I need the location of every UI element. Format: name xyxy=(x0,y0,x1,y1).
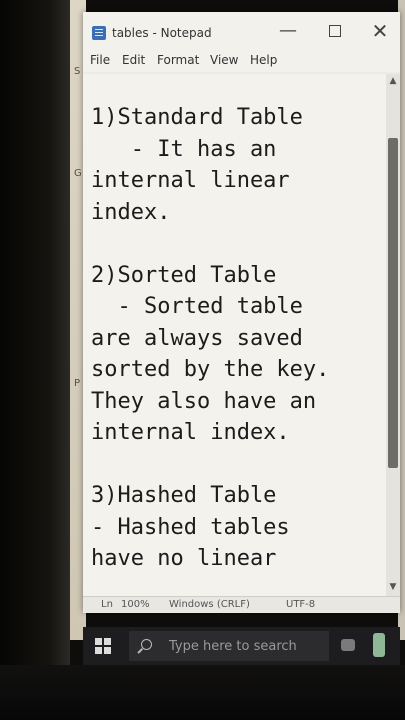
maximize-button[interactable] xyxy=(318,18,352,44)
search-placeholder[interactable]: Type here to search xyxy=(169,639,297,654)
scroll-up-icon[interactable]: ▲ xyxy=(386,74,400,88)
taskbar: Type here to search xyxy=(83,627,400,665)
desktop-letter-p: P xyxy=(74,378,81,389)
status-encoding: UTF-8 xyxy=(286,599,316,610)
photo-bezel-left xyxy=(0,0,70,720)
menu-view[interactable]: View xyxy=(210,53,238,67)
window-title: tables - Notepad xyxy=(112,26,212,40)
taskbar-search-box[interactable]: Type here to search xyxy=(129,631,329,661)
desktop-letter-g: G xyxy=(74,168,82,179)
status-zoom: 100% xyxy=(121,599,150,610)
scroll-thumb[interactable] xyxy=(388,138,398,468)
notepad-icon xyxy=(92,26,106,40)
menu-format[interactable]: Format xyxy=(157,53,199,67)
menu-edit[interactable]: Edit xyxy=(122,53,145,67)
menu-bar: File Edit Format View Help xyxy=(83,48,400,72)
maximize-icon xyxy=(329,25,341,37)
close-button[interactable]: ✕ xyxy=(363,18,397,44)
status-bar: Ln 100% Windows (CRLF) UTF-8 xyxy=(83,596,400,613)
windows-start-icon[interactable] xyxy=(95,638,111,654)
search-icon xyxy=(141,639,152,650)
pinned-app-icon[interactable] xyxy=(373,633,385,657)
menu-file[interactable]: File xyxy=(90,53,110,67)
notepad-window: tables - Notepad — ✕ File Edit Format Vi… xyxy=(83,12,400,613)
minimize-button[interactable]: — xyxy=(271,18,305,44)
camera-icon[interactable] xyxy=(341,639,355,651)
scroll-down-icon[interactable]: ▼ xyxy=(386,580,400,594)
menu-help[interactable]: Help xyxy=(250,53,277,67)
status-line-col: Ln xyxy=(101,599,113,610)
photo-bezel-bottom xyxy=(0,665,405,720)
status-line-ending: Windows (CRLF) xyxy=(169,599,250,610)
vertical-scrollbar[interactable]: ▲ ▼ xyxy=(386,74,400,596)
text-editor[interactable]: 1)Standard Table - It has an internal li… xyxy=(83,74,386,596)
desktop-letter-s: S xyxy=(74,66,81,77)
title-bar[interactable]: tables - Notepad — ✕ xyxy=(83,12,400,48)
editor-content[interactable]: 1)Standard Table - It has an internal li… xyxy=(91,102,383,575)
